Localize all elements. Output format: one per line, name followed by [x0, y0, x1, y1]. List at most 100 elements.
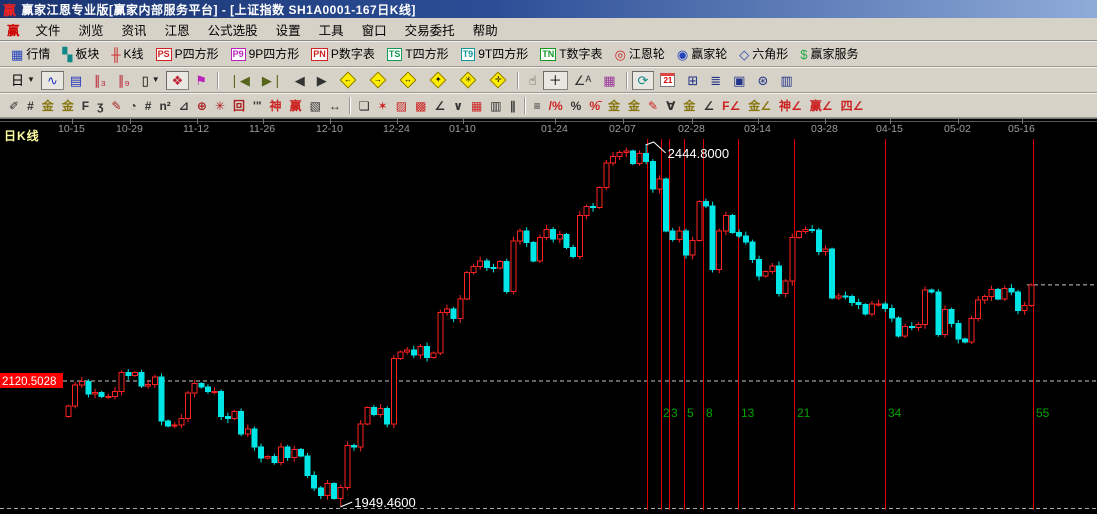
percent-line-icon[interactable]: %̄ — [585, 97, 604, 115]
shen-grid-icon[interactable]: 神 — [266, 97, 286, 115]
gann-left-arrow-tool[interactable]: ← — [333, 69, 363, 91]
quotes-button[interactable]: ▦行情 — [5, 45, 56, 64]
percent-slash-icon[interactable]: /% — [545, 97, 567, 115]
angle-measure-tool[interactable]: ∠ᴬ — [568, 71, 598, 90]
menu-help[interactable]: 帮助 — [464, 18, 507, 41]
gann-angle-ying-icon[interactable]: 赢∠ — [806, 97, 837, 115]
candle-style-button[interactable]: ▯▼ — [136, 71, 166, 90]
grid-123-icon[interactable]: ▧ — [306, 97, 325, 115]
kline-3-icon[interactable]: ∥₃ — [88, 71, 112, 90]
p-number-table-button[interactable]: PNP数字表 — [305, 45, 381, 64]
fibonacci-grid-icon[interactable]: F — [78, 97, 93, 115]
info-panel-icon[interactable]: ▤ — [64, 71, 88, 90]
triangle-ruler-icon[interactable]: ⊿ — [175, 97, 193, 115]
next-page-button[interactable]: ▶ — [311, 71, 333, 90]
gold-levels-icon[interactable]: 金 — [624, 97, 644, 115]
gann-right-arrow-tool[interactable]: → — [363, 69, 393, 91]
gann-wheel-button[interactable]: ◎江恩轮 — [609, 45, 671, 64]
grid-tool[interactable]: ▦ — [597, 71, 621, 90]
select-box-icon[interactable]: ❏ — [355, 97, 374, 115]
gold-grid2-icon[interactable]: 金 — [58, 97, 78, 115]
kline-9-icon[interactable]: ∥₉ — [112, 71, 136, 90]
winner-wheel-button[interactable]: ◉赢家轮 — [671, 45, 733, 64]
cross-box-icon[interactable]: ▩ — [411, 97, 430, 115]
hand-tool[interactable]: ☝ — [523, 71, 543, 90]
notes-icon[interactable]: ≣ — [704, 71, 727, 90]
gold-circle-icon[interactable]: 金 — [604, 97, 624, 115]
gann-star4-tool-icon: ✦ — [429, 72, 446, 89]
circle-thirds-icon[interactable]: ◔ — [126, 97, 141, 115]
cycle-tool[interactable]: ⟳ — [632, 71, 655, 90]
double-a-icon[interactable]: ∀ — [662, 97, 679, 115]
hatch-box-icon[interactable]: ▨ — [392, 97, 411, 115]
n-square-icon[interactable]: n² — [155, 97, 174, 115]
candle — [577, 215, 582, 256]
system-menu-icon[interactable]: 赢 — [5, 20, 27, 39]
gann-angle-F-icon[interactable]: F∠ — [718, 97, 744, 115]
menu-news[interactable]: 资讯 — [113, 18, 156, 41]
9t-square-button[interactable]: T99T四方形 — [455, 45, 535, 64]
circle-cross-icon[interactable]: ⊕ — [193, 97, 211, 115]
menu-window[interactable]: 窗口 — [353, 18, 396, 41]
p-square-button[interactable]: PSP四方形 — [150, 45, 225, 64]
gann-star4-tool[interactable]: ✦ — [423, 69, 453, 91]
star-rays-icon[interactable]: ✳ — [211, 97, 229, 115]
chart-area[interactable]: 日K线 10-1510-2911-1211-2612-1012-2401-100… — [0, 118, 1097, 514]
width-arrows-icon[interactable]: ↔ — [325, 97, 345, 115]
parallel-lines-icon[interactable]: ∥ — [506, 97, 520, 115]
percent-icon[interactable]: % — [567, 97, 586, 115]
vee-lines-icon[interactable]: ∨ — [449, 97, 467, 115]
sectors-button[interactable]: ▚板块 — [56, 45, 105, 64]
ying-grid-icon[interactable]: 赢 — [286, 97, 306, 115]
9p-square-button[interactable]: P99P四方形 — [225, 45, 306, 64]
grid-lines-icon[interactable]: # — [23, 97, 38, 115]
t-square-button[interactable]: TST四方形 — [381, 45, 455, 64]
period-day-button[interactable]: 日▼ — [5, 71, 41, 90]
winner-service-button[interactable]: $赢家服务 — [794, 45, 864, 64]
price-bars-icon[interactable]: ≡ — [530, 97, 545, 115]
gann-angle-si-icon[interactable]: 四∠ — [837, 97, 868, 115]
save-icon[interactable]: ▣ — [727, 71, 751, 90]
menu-trading[interactable]: 交易委托 — [396, 18, 464, 41]
network-icon[interactable]: ⊛ — [751, 71, 774, 90]
hash-ticks-icon[interactable]: # — [141, 97, 156, 115]
gann-angle-shen-icon[interactable]: 神∠ — [775, 97, 806, 115]
gann-cross-tool[interactable]: ✛ — [483, 69, 513, 91]
t-number-table-button[interactable]: TNT数字表 — [534, 45, 608, 64]
candle — [119, 373, 124, 392]
goto-last-button[interactable]: ▶❘ — [256, 71, 289, 90]
remote-pc-icon[interactable]: ▥ — [774, 71, 798, 90]
chart-window-icon[interactable]: ∿ — [41, 71, 64, 90]
angle-pair-icon[interactable]: ∠ — [430, 97, 449, 115]
grid-a-icon[interactable]: ▦ — [467, 97, 486, 115]
pattern-box-icon[interactable]: ❖ — [166, 71, 190, 90]
goto-first-button[interactable]: ❘◀ — [223, 71, 256, 90]
hexagon-button[interactable]: ◇六角形 — [733, 45, 794, 64]
gann-both-arrow-tool[interactable]: ↔ — [393, 69, 423, 91]
menu-formula-stock-pick[interactable]: 公式选股 — [199, 18, 267, 41]
menu-tools[interactable]: 工具 — [310, 18, 353, 41]
calendar-21-icon[interactable]: 21 — [654, 70, 681, 90]
marker-pen-icon[interactable]: ✎ — [107, 97, 125, 115]
crosshair-tool[interactable]: ＋ — [543, 71, 568, 90]
draw-pen-icon[interactable]: ✐ — [5, 97, 23, 115]
prev-page-button[interactable]: ◀ — [289, 71, 311, 90]
square-spiral-icon[interactable]: 回 — [229, 97, 249, 115]
gann-angle-gold-icon[interactable]: 金∠ — [744, 97, 775, 115]
angle-up-icon[interactable]: ∠ — [699, 97, 718, 115]
red-pen-icon[interactable]: ✎ — [644, 97, 662, 115]
gann-star8-tool[interactable]: ✳ — [453, 69, 483, 91]
grid-b-icon[interactable]: ▥ — [486, 97, 505, 115]
spiral-icon[interactable]: ʒ — [93, 97, 107, 115]
indicator-flags-icon[interactable]: ⚑ — [189, 71, 213, 90]
calculator-icon[interactable]: ⊞ — [681, 71, 704, 90]
gold-levels2-icon[interactable]: 金 — [679, 97, 699, 115]
menu-settings[interactable]: 设置 — [267, 18, 310, 41]
menu-browse[interactable]: 浏览 — [70, 18, 113, 41]
kline-button[interactable]: ╫K线 — [105, 45, 149, 64]
rays-icon[interactable]: ✶ — [374, 97, 392, 115]
gold-grid-icon[interactable]: 金 — [38, 97, 58, 115]
degree-marks-icon[interactable]: ʹʺ — [249, 97, 266, 115]
menu-file[interactable]: 文件 — [27, 18, 70, 41]
menu-gann[interactable]: 江恩 — [156, 18, 199, 41]
